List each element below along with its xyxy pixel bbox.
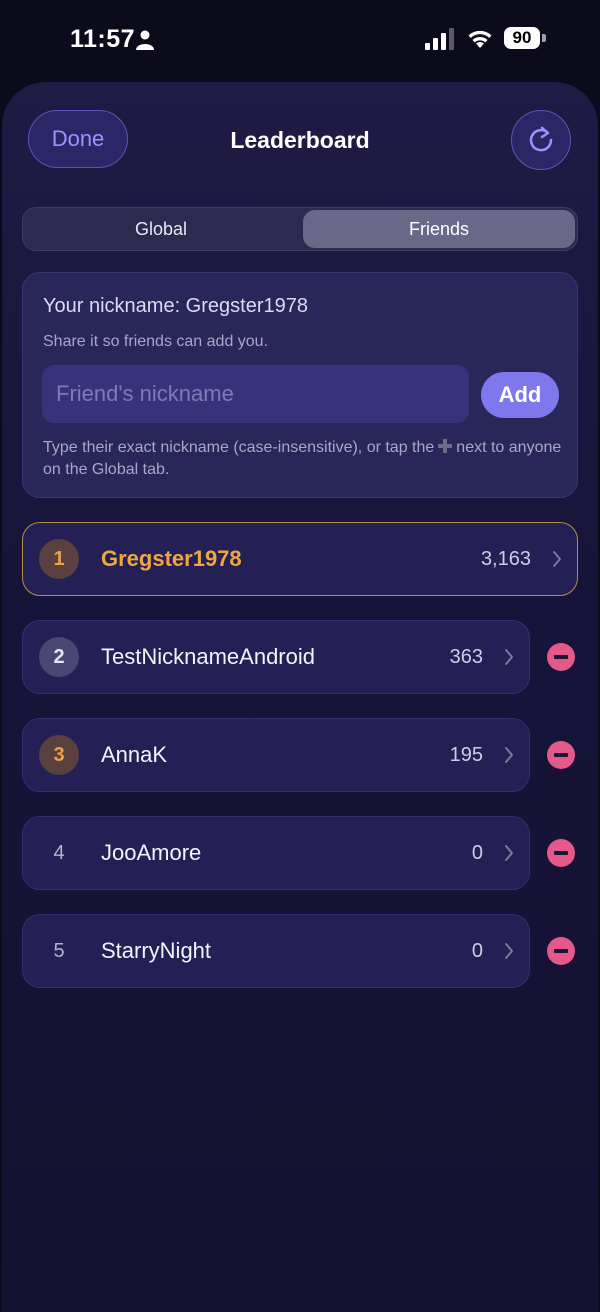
- plus-icon: [438, 439, 453, 453]
- nickname-card: Your nickname: Gregster1978 Share it so …: [22, 272, 578, 498]
- friend-nickname-input[interactable]: [42, 365, 469, 423]
- leaderboard-row[interactable]: 5 StarryNight 0: [22, 914, 530, 988]
- battery-indicator: 90: [504, 27, 548, 51]
- player-score: 0: [471, 842, 483, 864]
- remove-friend-button[interactable]: [547, 937, 575, 965]
- status-bar: 11:57 90: [0, 0, 600, 80]
- tab-global[interactable]: Global: [25, 210, 297, 248]
- leaderboard-row[interactable]: 2 TestNicknameAndroid 363: [22, 620, 530, 694]
- wifi-icon: [468, 30, 492, 48]
- player-name: JooAmore: [101, 840, 202, 865]
- rank-number: 4: [53, 842, 65, 864]
- player-name: Gregster1978: [101, 546, 242, 571]
- leaderboard-row-self[interactable]: 1 Gregster1978 3,163: [22, 522, 578, 596]
- refresh-button[interactable]: [511, 110, 571, 170]
- remove-friend-button[interactable]: [547, 643, 575, 671]
- chevron-right-icon: [505, 747, 513, 763]
- chevron-right-icon: [505, 845, 513, 861]
- rank-badge: 3: [39, 735, 79, 775]
- player-name: AnnaK: [101, 742, 168, 767]
- player-name: StarryNight: [101, 938, 212, 963]
- scope-segmented-control: Global Friends: [22, 207, 578, 251]
- person-icon: [136, 30, 154, 50]
- player-name: TestNicknameAndroid: [101, 644, 315, 669]
- share-hint-text: Share it so friends can add you.: [43, 333, 269, 350]
- refresh-icon: [529, 126, 553, 152]
- battery-tip: [542, 34, 546, 42]
- remove-friend-button[interactable]: [547, 741, 575, 769]
- add-friend-button[interactable]: Add: [481, 372, 559, 418]
- rank-badge: 2: [39, 637, 79, 677]
- chevron-right-icon: [553, 551, 561, 567]
- player-score: 3,163: [480, 548, 531, 570]
- rank-number: 5: [53, 940, 65, 962]
- leaderboard-row[interactable]: 3 AnnaK 195: [22, 718, 530, 792]
- battery-level: 90: [504, 27, 540, 49]
- leaderboard-sheet: [2, 82, 598, 1312]
- player-score: 363: [449, 646, 483, 668]
- tab-friends[interactable]: Friends: [303, 210, 575, 248]
- player-score: 0: [471, 940, 483, 962]
- add-friend-hint: Type their exact nickname (case-insensit…: [43, 437, 563, 481]
- status-time: 11:57: [70, 25, 136, 53]
- rank-badge: 1: [39, 539, 79, 579]
- hint-text-start: Type their exact nickname (case-insensit…: [43, 439, 435, 456]
- leaderboard-row[interactable]: 4 JooAmore 0: [22, 816, 530, 890]
- remove-friend-button[interactable]: [547, 839, 575, 867]
- page-title: Leaderboard: [230, 127, 370, 153]
- your-nickname-text: Your nickname: Gregster1978: [43, 295, 308, 317]
- player-score: 195: [449, 744, 483, 766]
- cellular-signal-icon: [425, 28, 454, 50]
- chevron-right-icon: [505, 943, 513, 959]
- chevron-right-icon: [505, 649, 513, 665]
